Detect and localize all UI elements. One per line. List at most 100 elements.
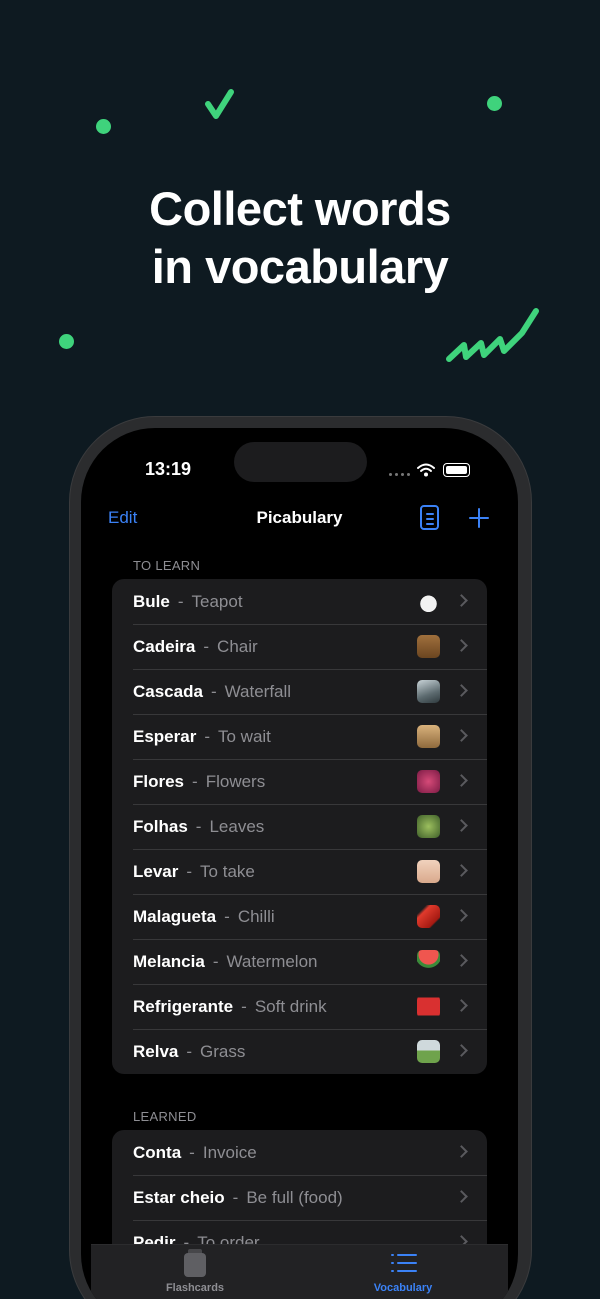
grass-thumbnail [417,1040,440,1063]
separator: - [212,951,219,971]
chevron-right-icon [455,594,468,607]
chair-thumbnail [417,635,440,658]
meaning-label: Invoice [202,1142,257,1162]
list-item[interactable]: Cascada - Waterfall [112,669,487,714]
section-header-learned: LEARNED [133,1109,197,1124]
chevron-right-icon [455,954,468,967]
word-label: Levar [133,861,179,881]
list-icon [391,1253,417,1273]
chevron-right-icon [455,1190,468,1203]
word-label: Cascada [133,681,203,701]
list-item[interactable]: Cadeira - Chair [112,624,487,669]
meaning-label: Waterfall [224,681,292,701]
decor-dot [59,334,74,349]
section-header-to-learn: TO LEARN [133,558,201,573]
word-label: Malagueta [133,906,217,926]
decor-dot [487,96,502,111]
list-item[interactable]: Levar - To take [112,849,487,894]
separator: - [177,591,184,611]
meaning-label: Soft drink [254,996,327,1016]
list-item[interactable]: Relva - Grass [112,1029,487,1074]
tab-flashcards[interactable]: Flashcards [91,1245,299,1299]
chevron-right-icon [455,729,468,742]
separator: - [189,1142,195,1162]
separator: - [186,1041,193,1061]
chevron-right-icon [455,1044,468,1057]
decor-dot [96,119,111,134]
word-label: Estar cheio [133,1187,225,1207]
headline-line-1: Collect words [149,182,451,235]
meaning-label: Chilli [237,906,275,926]
page-title: Picabulary [256,508,343,527]
decor-zigzag-icon [446,308,539,362]
add-word-button[interactable] [469,508,489,528]
hand-thumbnail [417,860,440,883]
meaning-label: Grass [200,1041,246,1061]
soft-drink-thumbnail [417,995,440,1018]
list-item[interactable]: Malagueta - Chilli [112,894,487,939]
meaning-label: Chair [217,636,258,656]
separator: - [186,861,193,881]
flowers-thumbnail [417,770,440,793]
tab-flashcards-label: Flashcards [165,1282,225,1294]
word-label: Bule [133,591,170,611]
list-item[interactable]: Conta - Invoice [112,1130,487,1175]
chevron-right-icon [455,774,468,787]
book-icon[interactable] [420,505,439,530]
tab-vocabulary[interactable]: Vocabulary [299,1245,507,1299]
signal-icon [389,473,410,476]
dynamic-island [234,442,367,482]
status-time: 13:19 [145,459,192,479]
leaves-thumbnail [417,815,440,838]
chevron-right-icon [455,639,468,652]
separator: - [195,816,202,836]
chilli-thumbnail [417,905,440,928]
meaning-label: Teapot [191,591,243,611]
list-item[interactable]: Estar cheio - Be full (food) [112,1175,487,1220]
meaning-label: Be full (food) [246,1187,343,1207]
hourglass-thumbnail [417,725,440,748]
list-item[interactable]: Esperar - To wait [112,714,487,759]
separator: - [241,996,247,1016]
separator: - [210,681,217,701]
chevron-right-icon [455,999,468,1012]
separator: - [232,1187,239,1207]
separator: - [203,636,210,656]
watermelon-thumbnail [417,950,440,973]
chevron-right-icon [455,864,468,877]
list-item[interactable]: Melancia - Watermelon [112,939,487,984]
word-label: Refrigerante [133,996,234,1016]
tab-bar: Flashcards Vocabulary [91,1244,508,1299]
tab-vocabulary-label: Vocabulary [373,1282,433,1294]
wifi-icon [417,463,435,477]
list-item[interactable]: Flores - Flowers [112,759,487,804]
chevron-right-icon [455,684,468,697]
word-label: Melancia [133,951,205,971]
meaning-label: Flowers [205,771,266,791]
meaning-label: To wait [218,726,271,746]
chevron-right-icon [455,1145,468,1158]
meaning-label: To take [200,861,255,881]
cards-icon [184,1249,206,1277]
headline: Collect words in vocabulary [0,180,600,296]
separator: - [192,771,198,791]
chevron-right-icon [455,909,468,922]
word-label: Esperar [133,726,197,746]
separator: - [204,726,210,746]
word-label: Relva [133,1041,179,1061]
list-item[interactable]: Bule - Teapot [112,579,487,624]
separator: - [224,906,230,926]
list-item[interactable]: Folhas - Leaves [112,804,487,849]
word-label: Conta [133,1142,182,1162]
waterfall-thumbnail [417,680,440,703]
word-label: Flores [133,771,185,791]
chevron-right-icon [455,819,468,832]
phone-screen: 13:19 Edit Picabulary TO LEARN Bule - Teap… [81,428,518,1299]
list-item[interactable]: Refrigerante - Soft drink [112,984,487,1029]
word-label: Folhas [133,816,188,836]
decor-check-icon [205,89,234,119]
meaning-label: Leaves [209,816,265,836]
meaning-label: Watermelon [226,951,318,971]
to-learn-list: Bule - Teapot Cadeira - Chair Cascada - Waterfal… [112,579,487,1074]
battery-icon [443,463,470,477]
